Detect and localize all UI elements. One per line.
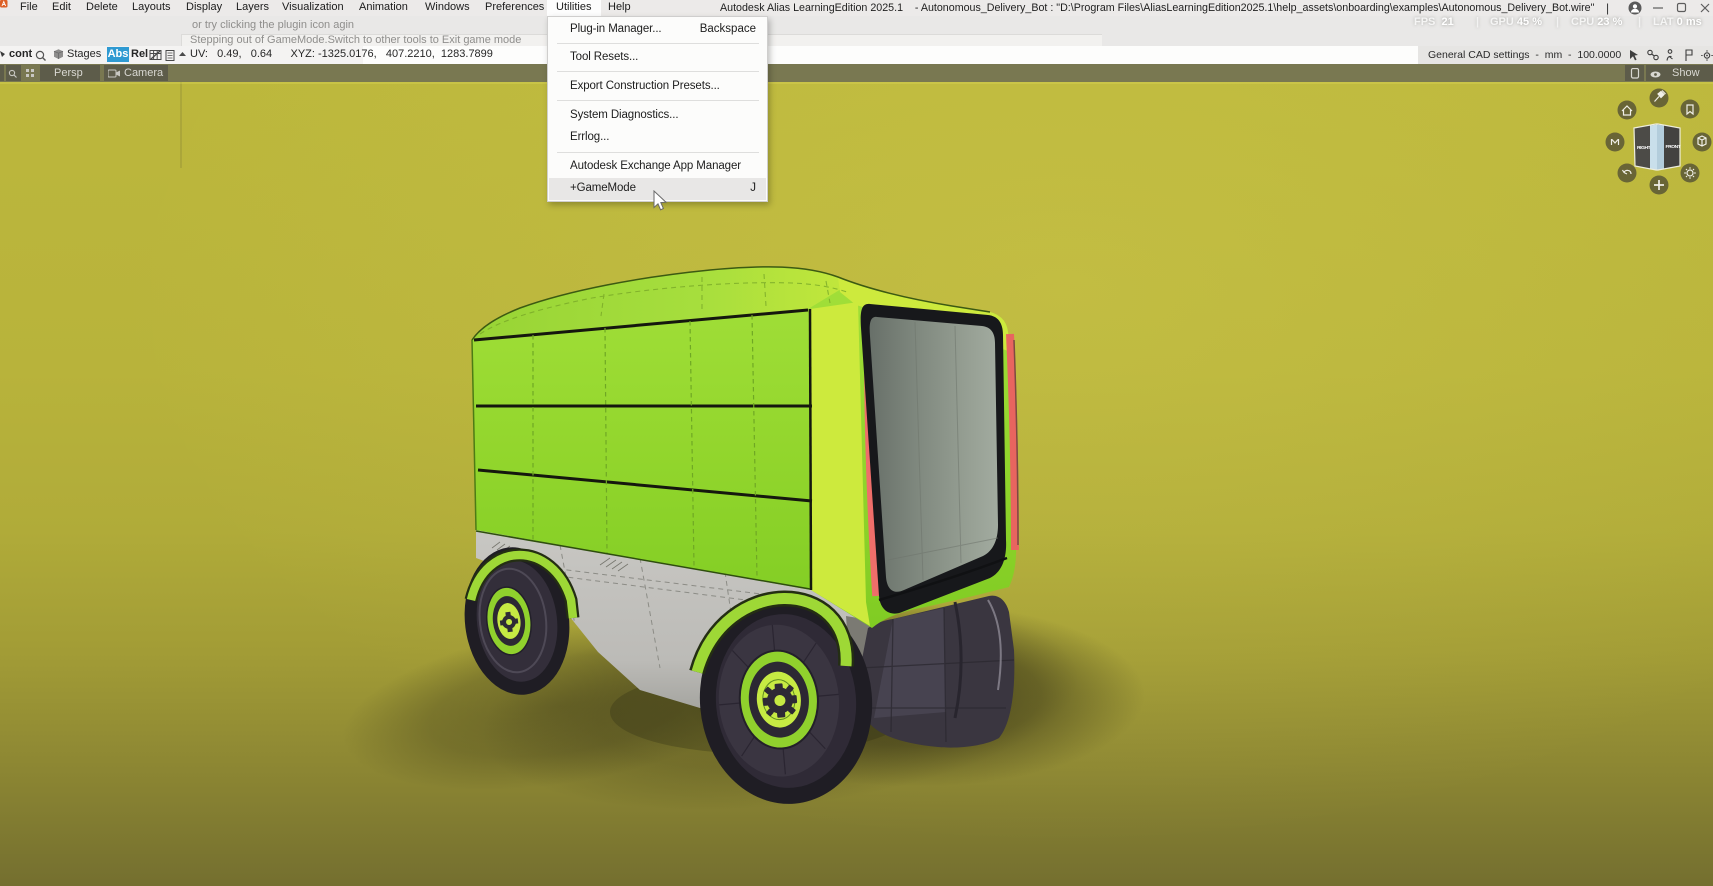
svg-text:RIGHT: RIGHT (1637, 145, 1651, 151)
svg-text:FRONT: FRONT (1666, 144, 1681, 150)
